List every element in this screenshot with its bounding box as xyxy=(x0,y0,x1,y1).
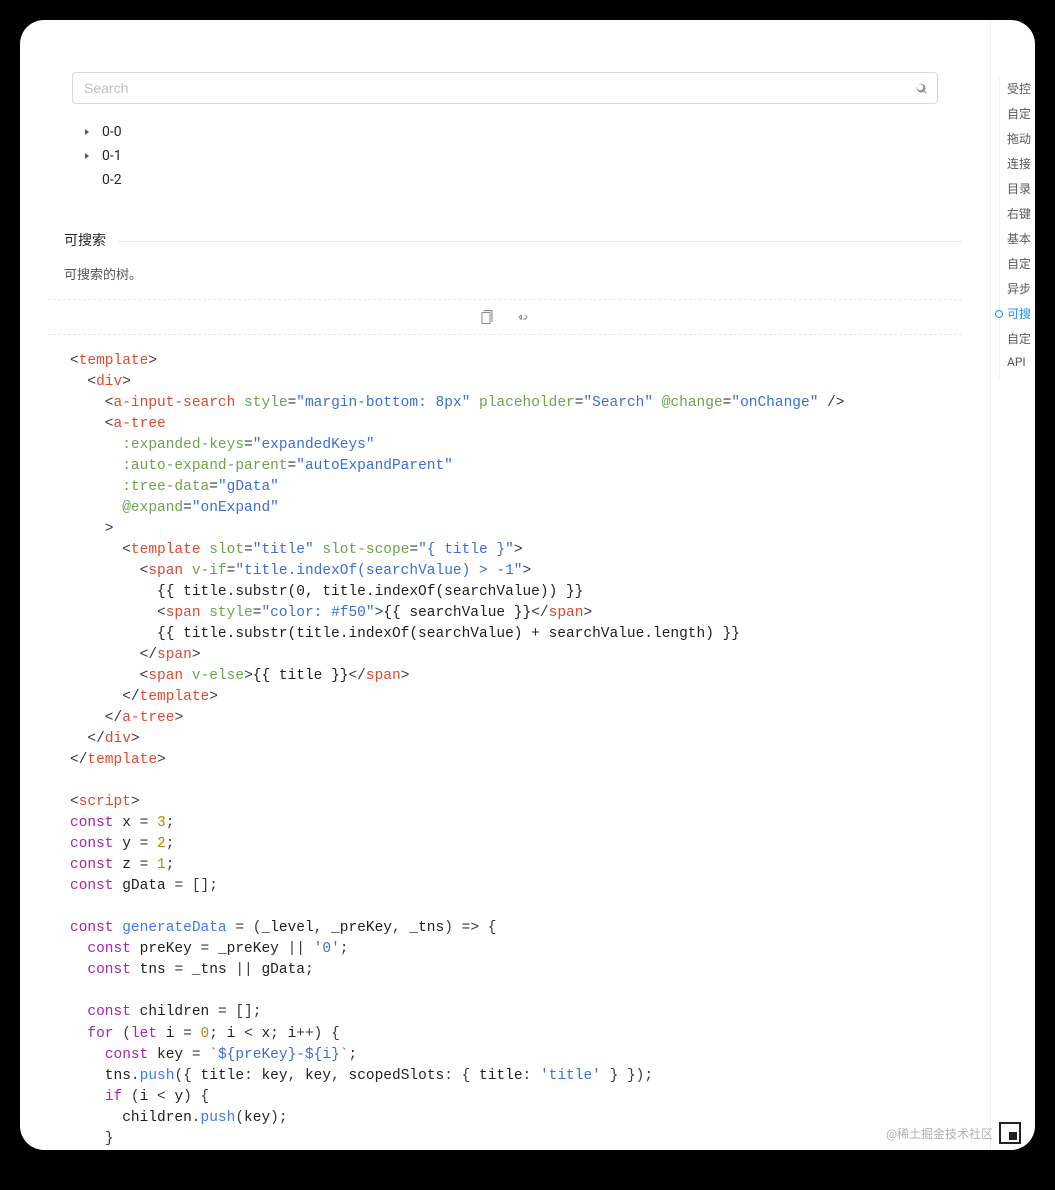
section-header: 可搜索 xyxy=(48,230,962,250)
main-content: 0-0 0-1 0-2 可搜索 可搜索的树。 <template> <div> <a… xyxy=(20,20,990,1150)
section-title: 可搜索 xyxy=(48,230,118,250)
anchor-link[interactable]: API xyxy=(991,351,1035,373)
anchor-link[interactable]: 受控 xyxy=(991,76,1035,101)
watermark: @稀土掘金技术社区 xyxy=(886,1122,1021,1144)
caret-right-icon xyxy=(82,151,92,161)
code-toolbar xyxy=(48,299,962,335)
anchor-link[interactable]: 连接 xyxy=(991,151,1035,176)
anchor-link[interactable]: 拖动 xyxy=(991,126,1035,151)
search-input[interactable] xyxy=(72,72,938,104)
watermark-text: @稀土掘金技术社区 xyxy=(886,1125,993,1142)
search-icon xyxy=(914,81,928,95)
tree-node-label: 0-0 xyxy=(102,124,122,140)
tree-node[interactable]: 0-0 xyxy=(82,120,938,144)
tree: 0-0 0-1 0-2 xyxy=(72,120,938,192)
anchor-link[interactable]: 基本 xyxy=(991,226,1035,251)
watermark-logo-icon xyxy=(999,1122,1021,1144)
search-field-wrap xyxy=(72,72,938,104)
tree-node[interactable]: 0-1 xyxy=(82,144,938,168)
tree-node[interactable]: 0-2 xyxy=(82,168,938,192)
section-description: 可搜索的树。 xyxy=(20,250,990,299)
anchor-link[interactable]: 异步 xyxy=(991,276,1035,301)
anchor-link[interactable]: 右键 xyxy=(991,201,1035,226)
code-icon[interactable] xyxy=(515,309,531,325)
anchor-link[interactable]: 自定 xyxy=(991,326,1035,351)
divider xyxy=(90,241,962,242)
anchor-link[interactable]: 可搜 xyxy=(991,301,1035,326)
anchor-link[interactable]: 自定 xyxy=(991,251,1035,276)
anchor-link[interactable]: 目录 xyxy=(991,176,1035,201)
anchor-link[interactable]: 自定 xyxy=(991,101,1035,126)
caret-right-icon xyxy=(82,127,92,137)
copy-icon[interactable] xyxy=(479,309,495,325)
tree-node-label: 0-2 xyxy=(102,172,122,188)
tree-node-label: 0-1 xyxy=(102,148,122,164)
anchor-sidebar: 受控自定拖动连接目录右键基本自定异步可搜自定API xyxy=(990,20,1035,1150)
code-block: <template> <div> <a-input-search style="… xyxy=(20,335,990,1150)
demo-panel: 0-0 0-1 0-2 xyxy=(48,48,962,192)
